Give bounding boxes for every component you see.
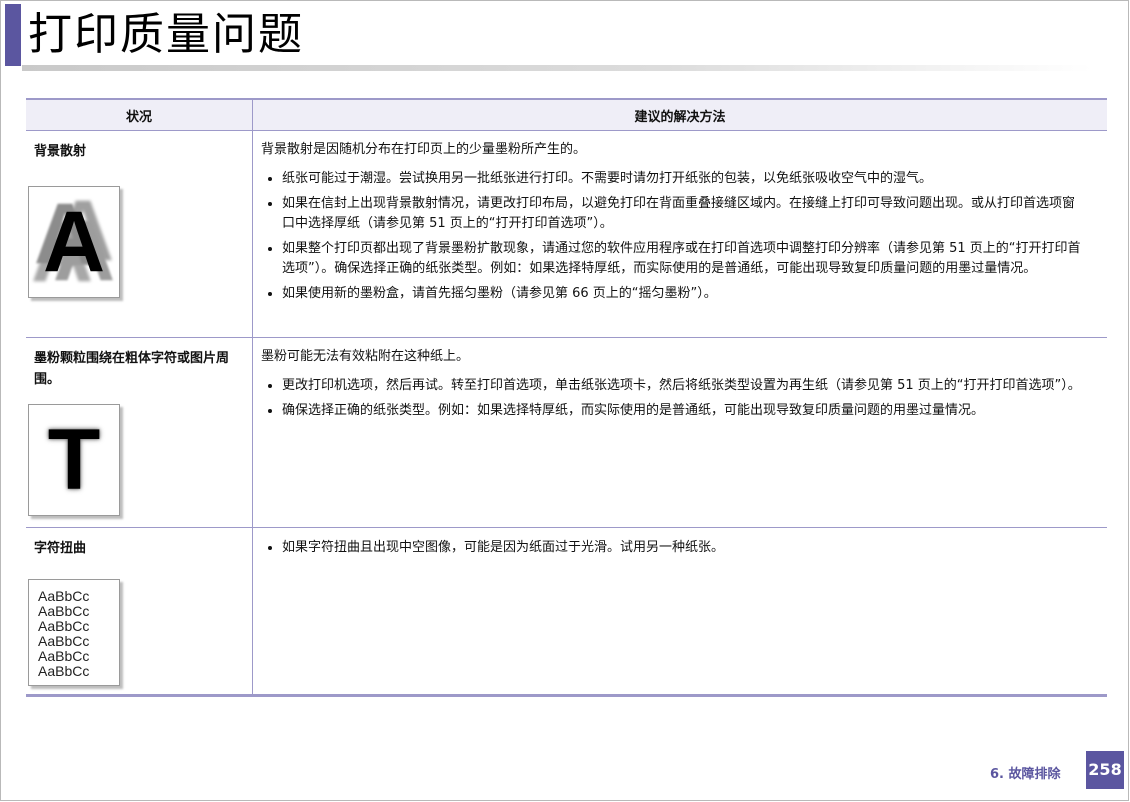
sample-line: AaBbCc xyxy=(38,618,90,634)
condition-label: 墨粉颗粒围绕在粗体字符或图片周围。 xyxy=(34,351,230,387)
table-row: 背景散射 A 背景散射是因随机分布在打印页上的少量墨粉所产生的。 纸张可能过于潮… xyxy=(26,130,1107,338)
table-header-row: 状况 建议的解决方法 xyxy=(26,98,1107,131)
condition-label: 背景散射 xyxy=(34,144,87,159)
solution-list: 纸张可能过于潮湿。尝试换用另一批纸张进行打印。不需要时请勿打开纸张的包装，以免纸… xyxy=(261,169,1087,304)
page-title: 打印质量问题 xyxy=(28,9,304,60)
solution-cell: 墨粉可能无法有效粘附在这种纸上。 更改打印机选项，然后再试。转至打印首选项，单击… xyxy=(252,337,1107,528)
list-item: 如果整个打印页都出现了背景墨粉扩散现象，请通过您的软件应用程序或在打印首选项中调… xyxy=(282,239,1087,279)
sample-glyph: T xyxy=(47,412,101,508)
header-condition: 状况 xyxy=(26,98,253,131)
sample-image-toner-specks: T xyxy=(28,404,120,516)
table-row: 字符扭曲 AaBbCc AaBbCc AaBbCc AaBbCc AaBbCc … xyxy=(26,527,1107,697)
sample-line: AaBbCc xyxy=(38,588,90,604)
condition-cell: 背景散射 A xyxy=(26,130,253,338)
sample-image-misformed-characters: AaBbCc AaBbCc AaBbCc AaBbCc AaBbCc AaBbC… xyxy=(28,579,120,686)
title-accent-bar xyxy=(5,4,21,66)
sample-image-background-scatter: A xyxy=(28,186,120,298)
solution-list: 更改打印机选项，然后再试。转至打印首选项，单击纸张选项卡，然后将纸张类型设置为再… xyxy=(261,376,1087,421)
list-item: 如果在信封上出现背景散射情况，请更改打印布局，以避免打印在背面重叠接缝区域内。在… xyxy=(282,194,1087,234)
list-item: 如果字符扭曲且出现中空图像，可能是因为纸面过于光滑。试用另一种纸张。 xyxy=(282,538,1087,558)
solution-cell: 如果字符扭曲且出现中空图像，可能是因为纸面过于光滑。试用另一种纸张。 xyxy=(252,527,1107,697)
sample-line: AaBbCc xyxy=(38,663,90,679)
list-item: 如果使用新的墨粉盒，请首先摇匀墨粉（请参见第 66 页上的“摇匀墨粉”）。 xyxy=(282,284,1087,304)
sample-line: AaBbCc xyxy=(38,633,90,649)
list-item: 更改打印机选项，然后再试。转至打印首选项，单击纸张选项卡，然后将纸张类型设置为再… xyxy=(282,376,1087,396)
table-row: 墨粉颗粒围绕在粗体字符或图片周围。 T 墨粉可能无法有效粘附在这种纸上。 更改打… xyxy=(26,337,1107,528)
header-solution: 建议的解决方法 xyxy=(252,98,1107,131)
list-item: 纸张可能过于潮湿。尝试换用另一批纸张进行打印。不需要时请勿打开纸张的包装，以免纸… xyxy=(282,169,1087,189)
sample-glyph: A xyxy=(42,194,106,290)
solution-list: 如果字符扭曲且出现中空图像，可能是因为纸面过于光滑。试用另一种纸张。 xyxy=(261,538,1087,558)
list-item: 确保选择正确的纸张类型。例如：如果选择特厚纸，而实际使用的是普通纸，可能出现导致… xyxy=(282,401,1087,421)
condition-label: 字符扭曲 xyxy=(34,541,87,556)
condition-cell: 墨粉颗粒围绕在粗体字符或图片周围。 T xyxy=(26,337,253,528)
condition-cell: 字符扭曲 AaBbCc AaBbCc AaBbCc AaBbCc AaBbCc … xyxy=(26,527,253,697)
title-rule xyxy=(22,65,1092,71)
quality-table: 状况 建议的解决方法 背景散射 A 背景散射是因随机分布在打印页上的少量墨粉所产… xyxy=(26,98,1107,697)
sample-text-block: AaBbCc AaBbCc AaBbCc AaBbCc AaBbCc AaBbC… xyxy=(29,580,119,685)
solution-intro: 墨粉可能无法有效粘附在这种纸上。 xyxy=(261,349,470,364)
solution-cell: 背景散射是因随机分布在打印页上的少量墨粉所产生的。 纸张可能过于潮湿。尝试换用另… xyxy=(252,130,1107,338)
page-number-badge: 258 xyxy=(1086,751,1124,789)
solution-intro: 背景散射是因随机分布在打印页上的少量墨粉所产生的。 xyxy=(261,142,587,157)
sample-line: AaBbCc xyxy=(38,603,90,619)
sample-line: AaBbCc xyxy=(38,648,90,664)
footer-section-link[interactable]: 6. 故障排除 xyxy=(990,763,1061,782)
